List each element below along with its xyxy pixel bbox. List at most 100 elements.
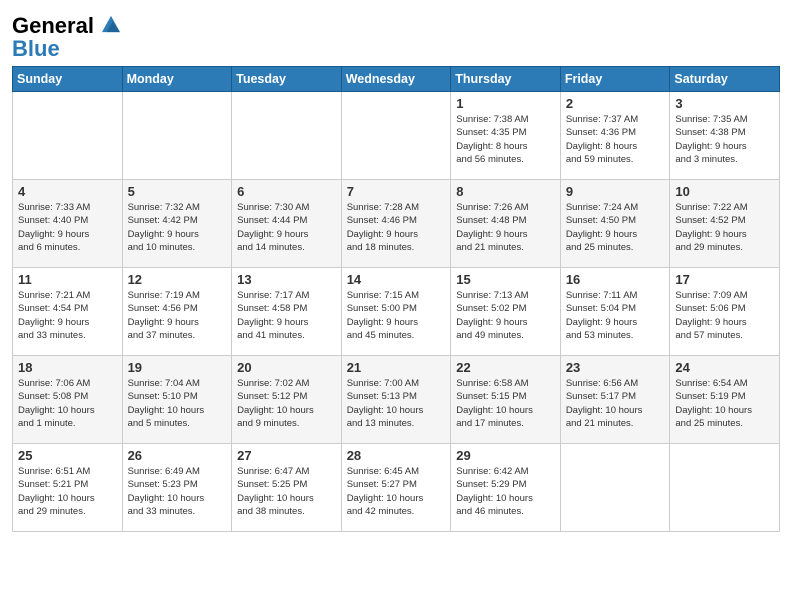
weekday-header: Thursday — [451, 67, 561, 92]
calendar-cell: 12 Sunrise: 7:19 AMSunset: 4:56 PMDayligh… — [122, 268, 232, 356]
weekday-header: Tuesday — [232, 67, 342, 92]
day-number: 22 — [456, 360, 555, 375]
calendar-table: SundayMondayTuesdayWednesdayThursdayFrid… — [12, 66, 780, 532]
calendar-cell: 19Sunrise: 7:04 AMSunset: 5:10 PMDayligh… — [122, 356, 232, 444]
day-info: Sunrise: 7:33 AMSunset: 4:40 PMDaylight:… — [18, 201, 117, 254]
day-info: Sunrise: 7:26 AMSunset: 4:48 PMDaylight:… — [456, 201, 555, 254]
calendar-cell: 4 Sunrise: 7:33 AMSunset: 4:40 PMDaylight… — [13, 180, 123, 268]
calendar-cell: 7 Sunrise: 7:28 AMSunset: 4:46 PMDaylight… — [341, 180, 451, 268]
day-info: Sunrise: 7:02 AMSunset: 5:12 PMDaylight:… — [237, 377, 336, 430]
day-number: 8 — [456, 184, 555, 199]
weekday-header: Friday — [560, 67, 670, 92]
header: General Blue — [12, 10, 780, 60]
day-number: 20 — [237, 360, 336, 375]
calendar-cell: 24 Sunrise: 6:54 AMSunset: 5:19 PMDayligh… — [670, 356, 780, 444]
logo-text: General — [12, 14, 120, 38]
day-number: 13 — [237, 272, 336, 287]
day-info: Sunrise: 6:45 AMSunset: 5:27 PMDaylight:… — [347, 465, 446, 518]
day-number: 14 — [347, 272, 446, 287]
calendar-cell: 22 Sunrise: 6:58 AMSunset: 5:15 PMDayligh… — [451, 356, 561, 444]
weekday-header: Wednesday — [341, 67, 451, 92]
day-number: 12 — [128, 272, 227, 287]
calendar-cell: 26 Sunrise: 6:49 AMSunset: 5:23 PMDayligh… — [122, 444, 232, 532]
day-number: 4 — [18, 184, 117, 199]
day-number: 25 — [18, 448, 117, 463]
day-number: 9 — [566, 184, 665, 199]
day-number: 29 — [456, 448, 555, 463]
day-info: Sunrise: 7:06 AMSunset: 5:08 PMDaylight:… — [18, 377, 117, 430]
day-number: 17 — [675, 272, 774, 287]
logo-icon — [102, 15, 120, 33]
day-info: Sunrise: 7:32 AMSunset: 4:42 PMDaylight:… — [128, 201, 227, 254]
day-number: 6 — [237, 184, 336, 199]
day-number: 19 — [128, 360, 227, 375]
day-info: Sunrise: 7:09 AMSunset: 5:06 PMDaylight:… — [675, 289, 774, 342]
weekday-header: Saturday — [670, 67, 780, 92]
calendar-cell: 6 Sunrise: 7:30 AMSunset: 4:44 PMDaylight… — [232, 180, 342, 268]
day-info: Sunrise: 7:35 AMSunset: 4:38 PMDaylight:… — [675, 113, 774, 166]
weekday-header: Sunday — [13, 67, 123, 92]
calendar-cell: 27 Sunrise: 6:47 AMSunset: 5:25 PMDayligh… — [232, 444, 342, 532]
calendar-cell — [670, 444, 780, 532]
day-info: Sunrise: 7:28 AMSunset: 4:46 PMDaylight:… — [347, 201, 446, 254]
day-number: 5 — [128, 184, 227, 199]
day-info: Sunrise: 7:17 AMSunset: 4:58 PMDaylight:… — [237, 289, 336, 342]
day-info: Sunrise: 7:21 AMSunset: 4:54 PMDaylight:… — [18, 289, 117, 342]
calendar-cell — [122, 92, 232, 180]
calendar-cell: 28 Sunrise: 6:45 AMSunset: 5:27 PMDayligh… — [341, 444, 451, 532]
calendar-cell: 20 Sunrise: 7:02 AMSunset: 5:12 PMDayligh… — [232, 356, 342, 444]
day-number: 28 — [347, 448, 446, 463]
day-number: 27 — [237, 448, 336, 463]
day-number: 16 — [566, 272, 665, 287]
calendar-cell: 14 Sunrise: 7:15 AMSunset: 5:00 PMDayligh… — [341, 268, 451, 356]
day-number: 7 — [347, 184, 446, 199]
calendar-cell: 8 Sunrise: 7:26 AMSunset: 4:48 PMDaylight… — [451, 180, 561, 268]
page: General Blue SundayMondayTuesdayWednesda… — [0, 0, 792, 612]
day-info: Sunrise: 7:30 AMSunset: 4:44 PMDaylight:… — [237, 201, 336, 254]
day-number: 18 — [18, 360, 117, 375]
day-info: Sunrise: 6:54 AMSunset: 5:19 PMDaylight:… — [675, 377, 774, 430]
logo: General Blue — [12, 14, 120, 60]
day-info: Sunrise: 6:42 AMSunset: 5:29 PMDaylight:… — [456, 465, 555, 518]
calendar-cell: 3Sunrise: 7:35 AMSunset: 4:38 PMDaylight… — [670, 92, 780, 180]
calendar-cell: 25 Sunrise: 6:51 AMSunset: 5:21 PMDayligh… — [13, 444, 123, 532]
day-number: 11 — [18, 272, 117, 287]
calendar-cell: 5 Sunrise: 7:32 AMSunset: 4:42 PMDaylight… — [122, 180, 232, 268]
calendar-cell: 29 Sunrise: 6:42 AMSunset: 5:29 PMDayligh… — [451, 444, 561, 532]
day-number: 1 — [456, 96, 555, 111]
day-info: Sunrise: 7:22 AMSunset: 4:52 PMDaylight:… — [675, 201, 774, 254]
day-info: Sunrise: 6:47 AMSunset: 5:25 PMDaylight:… — [237, 465, 336, 518]
calendar-cell: 1Sunrise: 7:38 AMSunset: 4:35 PMDaylight… — [451, 92, 561, 180]
logo-blue: Blue — [12, 38, 120, 60]
calendar-cell: 13 Sunrise: 7:17 AMSunset: 4:58 PMDayligh… — [232, 268, 342, 356]
calendar-cell: 15Sunrise: 7:13 AMSunset: 5:02 PMDayligh… — [451, 268, 561, 356]
day-info: Sunrise: 7:13 AMSunset: 5:02 PMDaylight:… — [456, 289, 555, 342]
calendar-cell: 10 Sunrise: 7:22 AMSunset: 4:52 PMDayligh… — [670, 180, 780, 268]
calendar-cell: 2Sunrise: 7:37 AMSunset: 4:36 PMDaylight… — [560, 92, 670, 180]
calendar-cell: 17 Sunrise: 7:09 AMSunset: 5:06 PMDayligh… — [670, 268, 780, 356]
calendar-cell: 16 Sunrise: 7:11 AMSunset: 5:04 PMDayligh… — [560, 268, 670, 356]
day-info: Sunrise: 7:00 AMSunset: 5:13 PMDaylight:… — [347, 377, 446, 430]
day-number: 10 — [675, 184, 774, 199]
calendar-cell — [341, 92, 451, 180]
day-number: 24 — [675, 360, 774, 375]
day-number: 26 — [128, 448, 227, 463]
day-number: 23 — [566, 360, 665, 375]
weekday-header: Monday — [122, 67, 232, 92]
calendar-cell: 21Sunrise: 7:00 AMSunset: 5:13 PMDayligh… — [341, 356, 451, 444]
day-info: Sunrise: 7:24 AMSunset: 4:50 PMDaylight:… — [566, 201, 665, 254]
calendar-cell: 18 Sunrise: 7:06 AMSunset: 5:08 PMDayligh… — [13, 356, 123, 444]
day-number: 2 — [566, 96, 665, 111]
day-info: Sunrise: 6:56 AMSunset: 5:17 PMDaylight:… — [566, 377, 665, 430]
day-info: Sunrise: 7:19 AMSunset: 4:56 PMDaylight:… — [128, 289, 227, 342]
calendar-cell — [560, 444, 670, 532]
day-info: Sunrise: 6:51 AMSunset: 5:21 PMDaylight:… — [18, 465, 117, 518]
calendar-cell: 11 Sunrise: 7:21 AMSunset: 4:54 PMDayligh… — [13, 268, 123, 356]
day-info: Sunrise: 6:49 AMSunset: 5:23 PMDaylight:… — [128, 465, 227, 518]
calendar-cell: 23 Sunrise: 6:56 AMSunset: 5:17 PMDayligh… — [560, 356, 670, 444]
calendar-cell — [232, 92, 342, 180]
calendar-cell — [13, 92, 123, 180]
day-info: Sunrise: 6:58 AMSunset: 5:15 PMDaylight:… — [456, 377, 555, 430]
day-info: Sunrise: 7:15 AMSunset: 5:00 PMDaylight:… — [347, 289, 446, 342]
day-info: Sunrise: 7:11 AMSunset: 5:04 PMDaylight:… — [566, 289, 665, 342]
